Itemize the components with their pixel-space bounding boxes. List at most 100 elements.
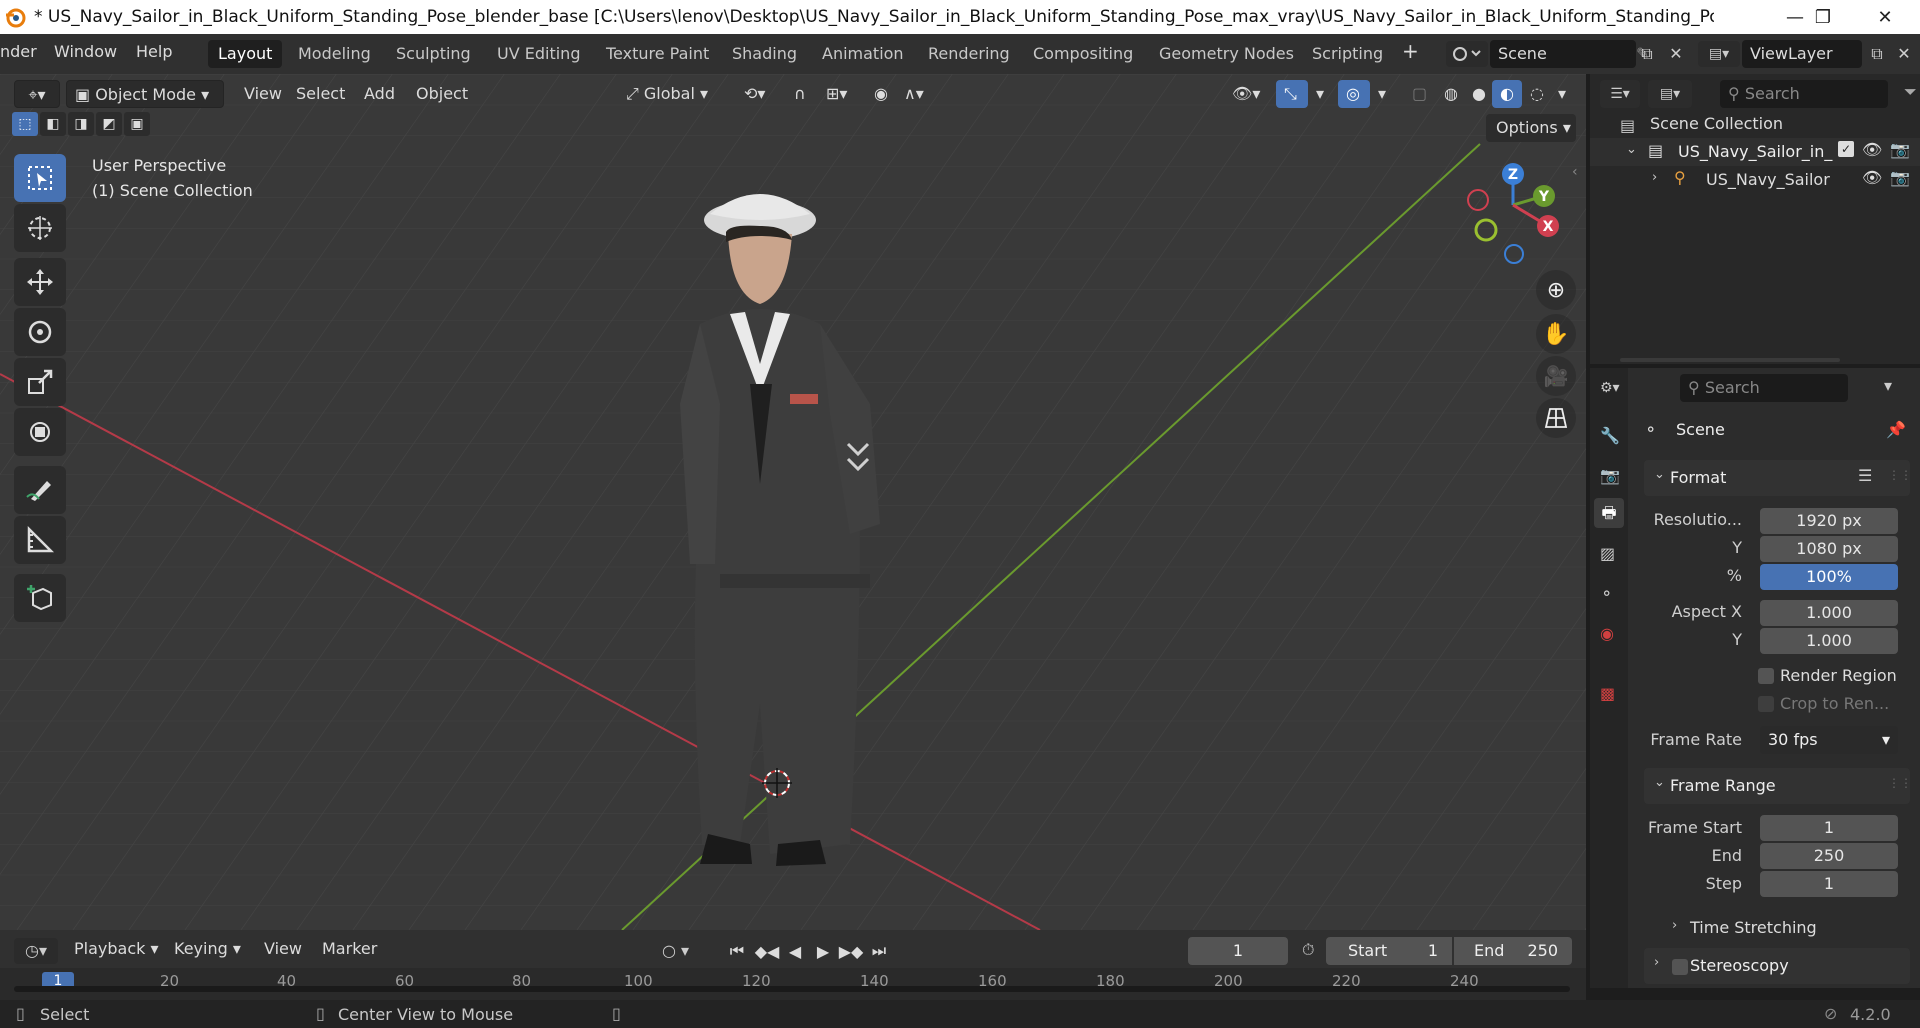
tool-scale[interactable] <box>14 358 66 406</box>
falloff-icon[interactable]: ∧▾ <box>896 80 940 108</box>
resolution-x-field[interactable]: 1920 px <box>1760 508 1898 534</box>
new-scene-icon[interactable]: ⧉ <box>1634 40 1660 68</box>
select-intersect-icon[interactable]: ▣ <box>124 112 150 136</box>
timeline-editor-type-icon[interactable]: ◷▾ <box>14 938 58 964</box>
tool-measure[interactable] <box>14 516 66 564</box>
toggle-ortho-button[interactable] <box>1536 398 1576 438</box>
collection-visibility-icon[interactable]: 👁 <box>1862 140 1882 159</box>
zoom-view-button[interactable]: ⊕ <box>1536 270 1576 310</box>
timeline-scrollbar[interactable] <box>14 986 1570 992</box>
tab-geometry-nodes[interactable]: Geometry Nodes <box>1149 40 1304 68</box>
select-new-icon[interactable]: ⬚ <box>12 112 38 136</box>
resolution-y-field[interactable]: 1080 px <box>1760 536 1898 562</box>
frame-step-field[interactable]: 1 <box>1760 871 1898 897</box>
gizmo-dropdown-icon[interactable]: ▾ <box>1308 80 1328 108</box>
proportional-edit-icon[interactable]: ◉ <box>866 80 896 108</box>
tool-move[interactable] <box>14 258 66 306</box>
properties-search-field[interactable]: ⚲ Search <box>1680 374 1848 402</box>
collapse-arrow-icon[interactable]: ⌄ <box>1626 142 1637 157</box>
frame-rate-dropdown[interactable]: 30 fps ▾ <box>1760 726 1898 754</box>
pin-icon[interactable]: 📌 <box>1886 420 1906 439</box>
world-tab-icon[interactable]: ◉ <box>1600 624 1614 643</box>
pivot-point-icon[interactable]: ⟲▾ <box>736 80 780 108</box>
tab-shading[interactable]: Shading <box>722 40 807 68</box>
time-stretching-subpanel[interactable]: Time Stretching <box>1690 918 1817 937</box>
timeline-marker-menu[interactable]: Marker <box>314 935 385 963</box>
viewport-menu-select[interactable]: Select <box>288 80 353 108</box>
pan-view-button[interactable]: ✋ <box>1536 314 1576 354</box>
outliner-scene-collection[interactable]: Scene Collection <box>1650 114 1783 133</box>
play-icon[interactable]: ▶ <box>810 938 836 964</box>
props-editor-type-icon[interactable]: ⚙▾ <box>1600 374 1644 402</box>
aspect-y-field[interactable]: 1.000 <box>1760 628 1898 654</box>
frame-range-drag-icon[interactable]: ⋮⋮ <box>1888 776 1912 790</box>
viewport-menu-object[interactable]: Object <box>408 80 476 108</box>
viewport-menu-view[interactable]: View <box>236 80 290 108</box>
view-layer-tab-icon[interactable]: ▨ <box>1600 544 1615 563</box>
delete-view-layer-icon[interactable]: ✕ <box>1892 40 1916 68</box>
auto-keying-icon[interactable]: ○ ▾ <box>662 938 706 964</box>
xray-icon[interactable]: ▢ <box>1404 80 1430 108</box>
aspect-x-field[interactable]: 1.000 <box>1760 600 1898 626</box>
shading-dropdown-icon[interactable]: ▾ <box>1550 80 1570 108</box>
timeline-end-field[interactable]: End 250 <box>1454 937 1572 965</box>
tool-tab-icon[interactable]: 🔧 <box>1600 426 1620 445</box>
render-region-checkbox[interactable] <box>1758 668 1774 684</box>
delete-scene-icon[interactable]: ✕ <box>1664 40 1688 68</box>
stereoscopy-panel-header[interactable]: › Stereoscopy <box>1644 948 1910 984</box>
close-window-button[interactable]: ✕ <box>1860 2 1910 32</box>
camera-view-button[interactable]: 🎥 <box>1536 356 1576 396</box>
tool-add-cube[interactable] <box>14 574 66 622</box>
outliner-search-field[interactable]: ⚲ Search <box>1720 80 1888 108</box>
navigation-gizmo[interactable]: Z Y X <box>1460 152 1572 270</box>
scene-name-field[interactable]: Scene <box>1490 40 1636 68</box>
tab-layout[interactable]: Layout <box>208 40 283 68</box>
tool-transform[interactable] <box>14 408 66 456</box>
shading-rendered-icon[interactable]: ◌ <box>1522 80 1550 108</box>
tab-scripting[interactable]: Scripting <box>1302 40 1393 68</box>
current-frame-field[interactable]: 1 <box>1188 937 1288 965</box>
sailor-model[interactable] <box>660 144 940 924</box>
format-panel-header[interactable]: ⌄ Format ☰ ⋮⋮ <box>1644 460 1912 496</box>
scene-selector-icon[interactable] <box>1446 41 1488 67</box>
restore-button[interactable]: ❐ <box>1798 2 1848 32</box>
jump-end-icon[interactable]: ⏭ <box>866 938 892 964</box>
view-layer-selector-icon[interactable]: ▤▾ <box>1698 41 1740 67</box>
gizmo-toggle-icon[interactable]: ⤡ <box>1276 80 1308 108</box>
drag-handle-icon[interactable]: ⋮⋮ <box>1888 468 1912 482</box>
object-render-icon[interactable]: 📷 <box>1890 168 1910 187</box>
overlays-dropdown-icon[interactable]: ▾ <box>1370 80 1390 108</box>
view-layer-field[interactable]: ViewLayer <box>1742 40 1862 68</box>
select-invert-icon[interactable]: ◩ <box>96 112 122 136</box>
timeline-playback-menu[interactable]: Playback ▾ <box>66 935 167 963</box>
select-subtract-icon[interactable]: ◨ <box>68 112 94 136</box>
props-options-dropdown-icon[interactable]: ▾ <box>1884 376 1892 395</box>
frame-start-field[interactable]: 1 <box>1760 815 1898 841</box>
mode-dropdown[interactable]: ▣ Object Mode ▾ <box>66 80 224 108</box>
viewport-menu-add[interactable]: Add <box>356 80 403 108</box>
collection-exclude-checkbox[interactable]: ✓ <box>1838 141 1854 157</box>
add-workspace-button[interactable]: + <box>1402 39 1419 63</box>
presets-list-icon[interactable]: ☰ <box>1858 466 1872 485</box>
visibility-icon[interactable]: 👁▾ <box>1224 80 1268 108</box>
render-tab-icon[interactable]: 📷 <box>1600 466 1620 485</box>
orientation-dropdown[interactable]: ⤢ Global ▾ <box>618 80 726 108</box>
tool-rotate[interactable] <box>14 308 66 356</box>
3d-viewport[interactable] <box>0 74 1586 930</box>
snap-target-icon[interactable]: ⊞▾ <box>818 80 862 108</box>
tab-uv-editing[interactable]: UV Editing <box>487 40 590 68</box>
tab-animation[interactable]: Animation <box>812 40 914 68</box>
frame-end-field[interactable]: 250 <box>1760 843 1898 869</box>
tab-modeling[interactable]: Modeling <box>288 40 381 68</box>
timeline-keying-menu[interactable]: Keying ▾ <box>166 935 249 963</box>
timeline-start-field[interactable]: Start 1 <box>1326 937 1452 965</box>
crop-checkbox[interactable] <box>1758 696 1774 712</box>
snap-magnet-icon[interactable]: ∩ <box>786 80 820 108</box>
time-stretching-expand-icon[interactable]: › <box>1672 918 1677 933</box>
outliner-collection-name[interactable]: US_Navy_Sailor_in_ <box>1678 142 1832 161</box>
output-tab-icon[interactable]: 🖶 <box>1594 498 1624 528</box>
outliner-editor-type-icon[interactable]: ☰▾ <box>1600 80 1640 108</box>
display-mode-icon[interactable]: ▤▾ <box>1648 80 1692 108</box>
texture-tab-icon[interactable]: ▩ <box>1600 684 1615 703</box>
object-visibility-icon[interactable]: 👁 <box>1862 168 1882 187</box>
